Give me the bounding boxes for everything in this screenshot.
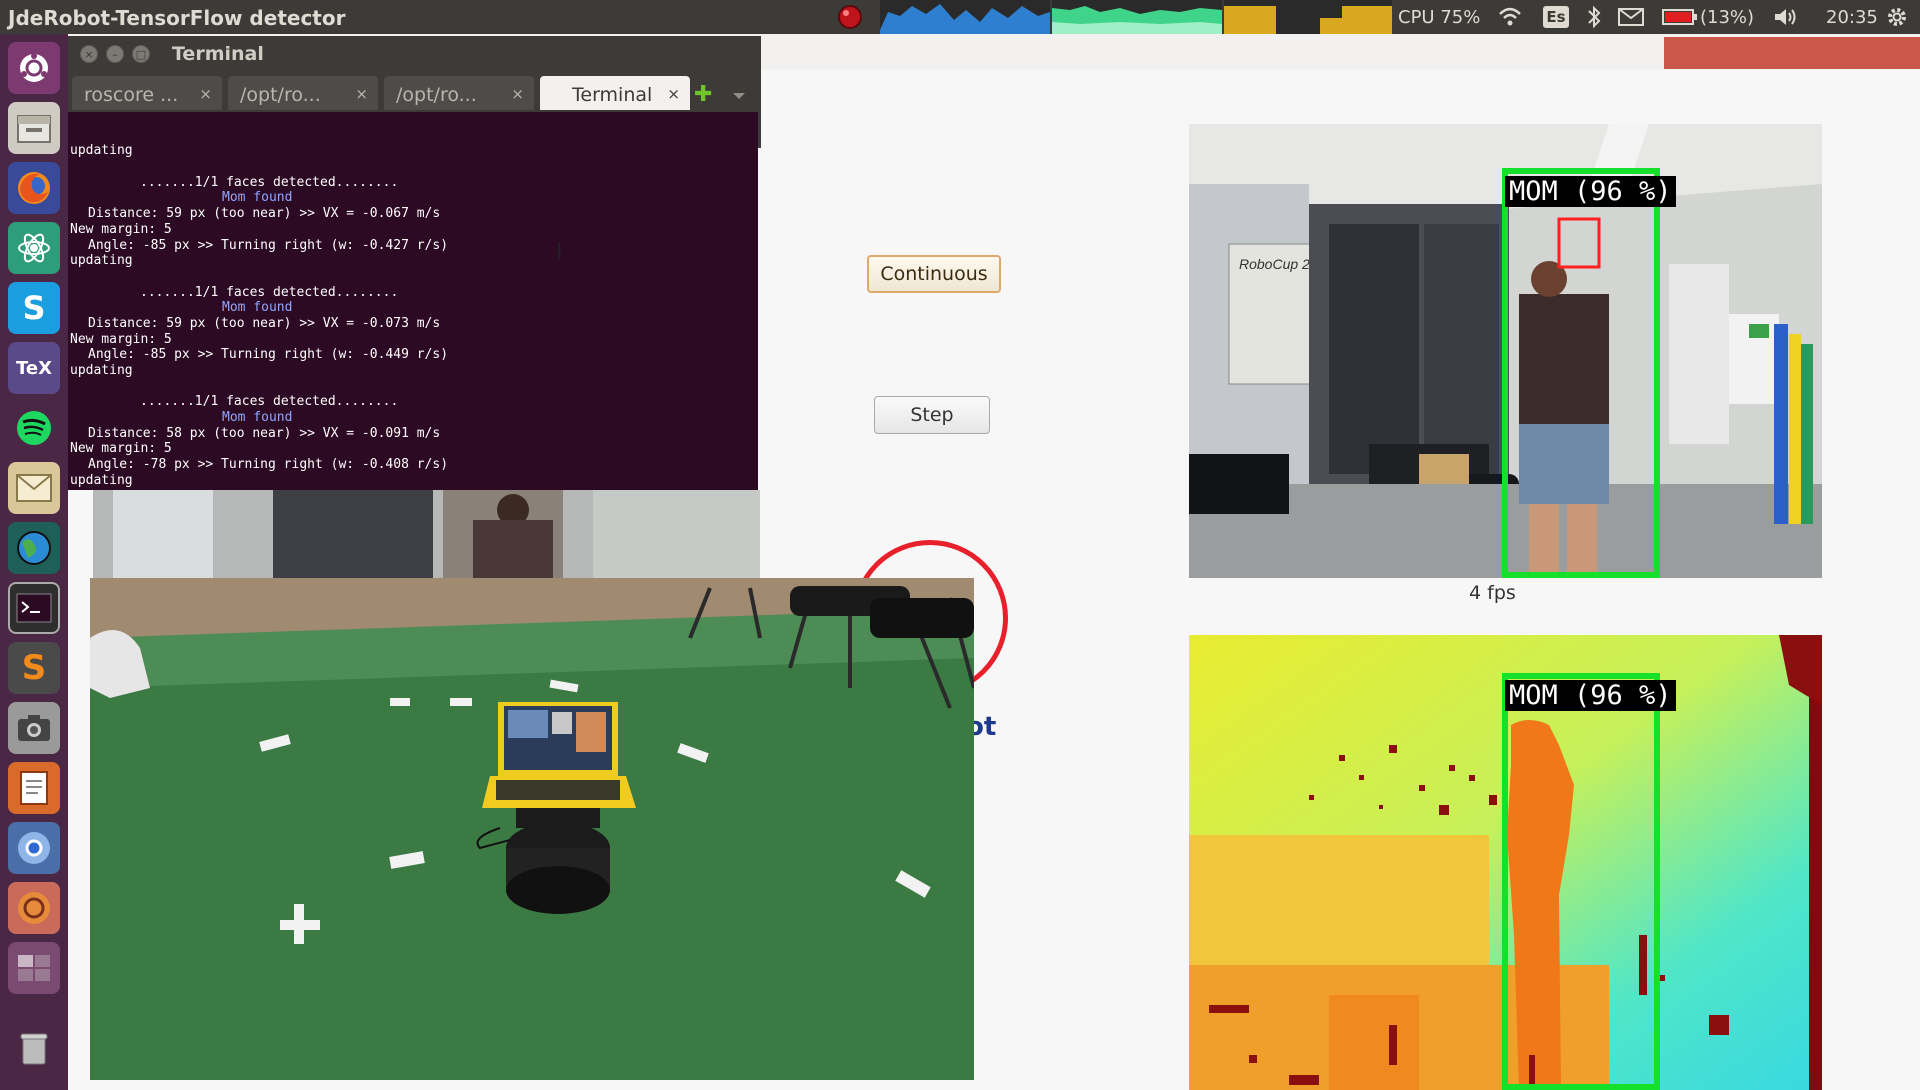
tab-close-icon[interactable]: × [355,85,368,103]
battery-percentage[interactable]: (13%) [1700,7,1754,28]
volume-icon[interactable] [1772,6,1800,40]
terminal-line: Angle: -85 px >> Turning right (w: -0.42… [88,237,449,253]
texmaker-icon[interactable]: TeX [8,342,60,394]
tab-label: /opt/ro... [240,84,321,106]
terminal-line: Distance: 58 px (too near) >> VX = -0.09… [88,425,441,441]
terminal-line: Mom found [222,410,293,426]
workspace-switcher-icon[interactable] [8,942,60,994]
close-icon[interactable]: × [80,45,98,63]
window-titlebar-strip [1664,37,1920,69]
clock[interactable]: 20:35 [1826,7,1878,28]
continuous-button[interactable]: Continuous [867,255,1001,293]
wifi-icon[interactable] [1497,6,1523,40]
terminal-title: Terminal [172,43,264,65]
atom-editor-icon[interactable] [8,222,60,274]
terminal-titlebar[interactable]: × – □ Terminal [68,36,761,72]
launcher: S TeX S [0,34,68,1090]
keyboard-layout-indicator[interactable]: Es [1543,6,1569,28]
trash-icon[interactable] [8,1022,60,1074]
terminal-line: updating [70,143,133,159]
tab-roscore[interactable]: roscore ... × [72,76,222,110]
detection-label-depth: MOM (96 %) [1505,680,1676,711]
tab-close-icon[interactable]: × [511,85,524,103]
minimize-icon[interactable]: – [106,45,124,63]
robot-video-image [90,578,974,1080]
terminal-line: Mom found [222,300,293,316]
terminal-line: New margin: 5 [70,331,172,347]
step-button[interactable]: Step [874,396,990,434]
mail-icon[interactable] [1618,8,1644,42]
terminal-line: Distance: 59 px (too near) >> VX = -0.07… [88,315,441,331]
terminal-line: .......1/1 faces detected........ [140,174,399,190]
terminal-icon[interactable] [8,582,60,634]
terminal-line: updating [70,253,133,269]
terminal-line: Mom found [222,190,293,206]
tab-opt-1[interactable]: /opt/ro... × [228,76,378,110]
tab-label: Terminal [572,84,653,106]
terminal-line: Distance: 59 px (too near) >> VX = -0.06… [88,206,441,222]
fps-label: 4 fps [1469,582,1516,604]
new-tab-icon[interactable]: ✚ [694,82,712,107]
tab-close-icon[interactable]: × [667,85,680,103]
app-title: JdeRobot-TensorFlow detector [8,6,346,30]
tab-terminal[interactable]: Terminal × [540,76,690,110]
sublime-text-icon[interactable]: S [8,642,60,694]
screenshot-icon[interactable] [8,702,60,754]
mail-client-icon[interactable] [8,462,60,514]
tab-opt-2[interactable]: /opt/ro... × [384,76,534,110]
depth-camera-view: MOM (96 %) [1189,635,1822,1090]
tab-label: roscore ... [84,84,179,106]
robot-camera-video [90,578,974,1080]
terminal-line: updating [70,363,133,379]
terminal-window[interactable]: × – □ Terminal roscore ... × /opt/ro... … [68,36,761,490]
terminal-lines: updating .......1/1 faces detected.......… [70,143,758,488]
terminal-line: Angle: -78 px >> Turning right (w: -0.40… [88,457,449,473]
cpu-usage-text[interactable]: CPU 75% [1398,7,1480,28]
detection-box-rgb [1502,168,1660,578]
settings-gear-icon[interactable] [1885,5,1909,39]
tab-close-icon[interactable]: × [199,85,212,103]
text-cursor-icon: I [556,240,563,265]
maximize-icon[interactable]: □ [132,45,150,63]
tab-label: /opt/ro... [396,84,477,106]
tab-menu-chevron-icon[interactable] [732,86,746,105]
terminal-line: Angle: -85 px >> Turning right (w: -0.44… [88,347,449,363]
bluetooth-icon[interactable] [1586,5,1602,39]
terminal-output[interactable]: updating .......1/1 faces detected.......… [68,112,758,490]
terminal-line: .......1/1 faces detected........ [140,394,399,410]
skype-icon[interactable]: S [8,282,60,334]
detection-box-depth [1502,673,1660,1090]
terminal-line: New margin: 5 [70,441,172,457]
top-panel: JdeRobot-TensorFlow detector CPU 75% Es … [0,0,1920,34]
terminal-line: .......1/1 faces detected........ [140,284,399,300]
terminal-line: New margin: 5 [70,221,172,237]
ubuntu-dash-icon[interactable] [8,42,60,94]
detection-label-rgb: MOM (96 %) [1505,176,1676,207]
text-editor-icon[interactable] [8,762,60,814]
firefox-icon[interactable] [8,162,60,214]
robot-video-top-strip [93,490,760,578]
spotify-icon[interactable] [8,402,60,454]
web-browser-icon[interactable] [8,522,60,574]
system-load-graph[interactable] [880,0,1392,34]
app-launcher-icon[interactable] [8,882,60,934]
files-icon[interactable] [8,102,60,154]
chromium-icon[interactable] [8,822,60,874]
rgb-camera-view: RoboCup 2005 OSAKA MOM (96 %) [1189,124,1822,578]
record-icon[interactable] [836,4,864,30]
terminal-line: updating [70,472,133,488]
